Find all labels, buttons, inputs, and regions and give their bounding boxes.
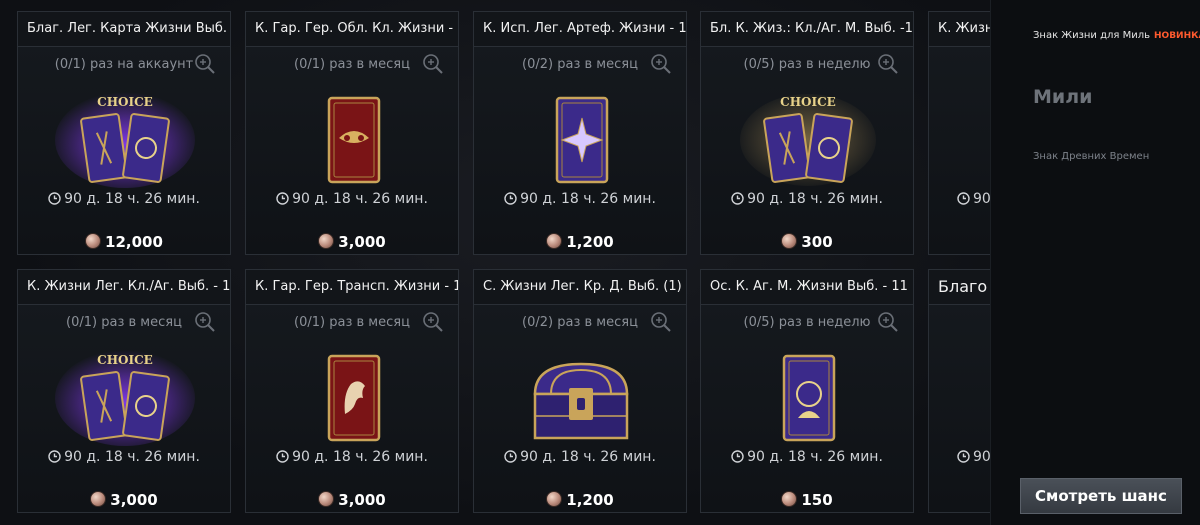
shop-card[interactable]: К. Жизни Лег. Кл./Аг. Выб. - 1 (0/1) раз… <box>17 269 231 513</box>
timer: 90 д. 18 ч. 26 мин. <box>246 191 458 209</box>
detail-title: Мили <box>1033 86 1093 108</box>
clock-icon <box>504 450 517 467</box>
chest-image <box>511 338 651 446</box>
shop-card[interactable]: Бл. К. Жиз.: Кл./Аг. М. Выб. -11 (0/5) р… <box>700 11 914 255</box>
shop-card[interactable]: К. Гар. Гер. Трансп. Жизни - 1 (0/1) раз… <box>245 269 459 513</box>
clock-icon <box>276 192 289 209</box>
detail-panel: Знак Жизни для МильНОВИНКА Мили Знак Дре… <box>990 0 1200 525</box>
clock-icon <box>48 192 61 209</box>
card-title: К. Исп. Лег. Артеф. Жизни - 1 <box>474 12 686 47</box>
clock-icon <box>957 192 970 209</box>
zoom-icon[interactable] <box>877 311 899 333</box>
currency-icon <box>318 233 335 249</box>
choice-cards-image: CHOICE <box>55 338 195 446</box>
shop-card-partial[interactable]: Благо 90 <box>928 269 990 513</box>
currency-icon <box>85 233 102 249</box>
price: 3,000 <box>18 491 230 509</box>
price: 300 <box>701 233 913 251</box>
card-title: К. Жизни Лег. Кл./Аг. Выб. - 1 <box>18 270 230 305</box>
card-title: Благо <box>929 270 990 305</box>
currency-icon <box>318 491 335 507</box>
choice-label: CHOICE <box>97 353 153 367</box>
shop-grid: Благ. Лег. Карта Жизни Выб. - 1 (0/1) ра… <box>0 0 990 525</box>
card-title: Ос. К. Аг. М. Жизни Выб. - 11 <box>701 270 913 305</box>
purple-card-image <box>738 338 878 446</box>
zoom-icon[interactable] <box>650 311 672 333</box>
detail-header-text: Знак Жизни для Миль <box>1033 30 1151 41</box>
currency-icon <box>781 233 798 249</box>
choice-cards-image: CHOICE <box>738 80 878 188</box>
card-title: К. Гар. Гер. Трансп. Жизни - 1 <box>246 270 458 305</box>
price: 1,200 <box>474 491 686 509</box>
timer: 90 <box>929 449 990 467</box>
currency-icon <box>781 491 798 507</box>
shop-card[interactable]: Ос. К. Аг. М. Жизни Выб. - 11 (0/5) раз … <box>700 269 914 513</box>
shop-card-partial[interactable]: К. Жизн 90 <box>928 11 990 255</box>
timer: 90 д. 18 ч. 26 мин. <box>18 449 230 467</box>
card-title: С. Жизни Лег. Кр. Д. Выб. (1) <box>474 270 686 305</box>
currency-icon <box>90 491 107 507</box>
clock-icon <box>504 192 517 209</box>
timer: 90 д. 18 ч. 26 мин. <box>701 191 913 209</box>
shop-card[interactable]: С. Жизни Лег. Кр. Д. Выб. (1) (0/2) раз … <box>473 269 687 513</box>
card-title: К. Жизн <box>929 12 990 47</box>
price: 1,200 <box>474 233 686 251</box>
card-title: К. Гар. Гер. Обл. Кл. Жизни - 1 <box>246 12 458 47</box>
timer: 90 д. 18 ч. 26 мин. <box>474 449 686 467</box>
card-title: Бл. К. Жиз.: Кл./Аг. М. Выб. -11 <box>701 12 913 47</box>
zoom-icon[interactable] <box>650 53 672 75</box>
zoom-icon[interactable] <box>194 311 216 333</box>
card-title: Благ. Лег. Карта Жизни Выб. - 1 <box>18 12 230 47</box>
timer: 90 д. 18 ч. 26 мин. <box>246 449 458 467</box>
shop-card[interactable]: Благ. Лег. Карта Жизни Выб. - 1 (0/1) ра… <box>17 11 231 255</box>
detail-header: Знак Жизни для МильНОВИНКА <box>1033 30 1200 41</box>
view-chance-button[interactable]: Смотреть шанс <box>1020 478 1182 514</box>
currency-icon <box>546 233 563 249</box>
new-badge: НОВИНКА <box>1154 31 1200 41</box>
detail-subtitle: Знак Древних Времен <box>1033 151 1150 162</box>
clock-icon <box>957 450 970 467</box>
zoom-icon[interactable] <box>422 311 444 333</box>
clock-icon <box>276 450 289 467</box>
timer: 90 д. 18 ч. 26 мин. <box>701 449 913 467</box>
timer: 90 д. 18 ч. 26 мин. <box>474 191 686 209</box>
currency-icon <box>546 491 563 507</box>
timer: 90 <box>929 191 990 209</box>
choice-label: CHOICE <box>97 95 153 109</box>
zoom-icon[interactable] <box>194 53 216 75</box>
red-card-image <box>283 338 423 446</box>
price: 150 <box>701 491 913 509</box>
price: 12,000 <box>18 233 230 251</box>
shop-card[interactable]: К. Исп. Лег. Артеф. Жизни - 1 (0/2) раз … <box>473 11 687 255</box>
choice-label: CHOICE <box>780 95 836 109</box>
clock-icon <box>731 450 744 467</box>
shop-card[interactable]: К. Гар. Гер. Обл. Кл. Жизни - 1 (0/1) ра… <box>245 11 459 255</box>
timer: 90 д. 18 ч. 26 мин. <box>18 191 230 209</box>
red-card-image <box>283 80 423 188</box>
clock-icon <box>48 450 61 467</box>
zoom-icon[interactable] <box>877 53 899 75</box>
zoom-icon[interactable] <box>422 53 444 75</box>
price: 3,000 <box>246 491 458 509</box>
purple-card-image <box>511 80 651 188</box>
clock-icon <box>731 192 744 209</box>
choice-cards-image: CHOICE <box>55 80 195 188</box>
price: 3,000 <box>246 233 458 251</box>
